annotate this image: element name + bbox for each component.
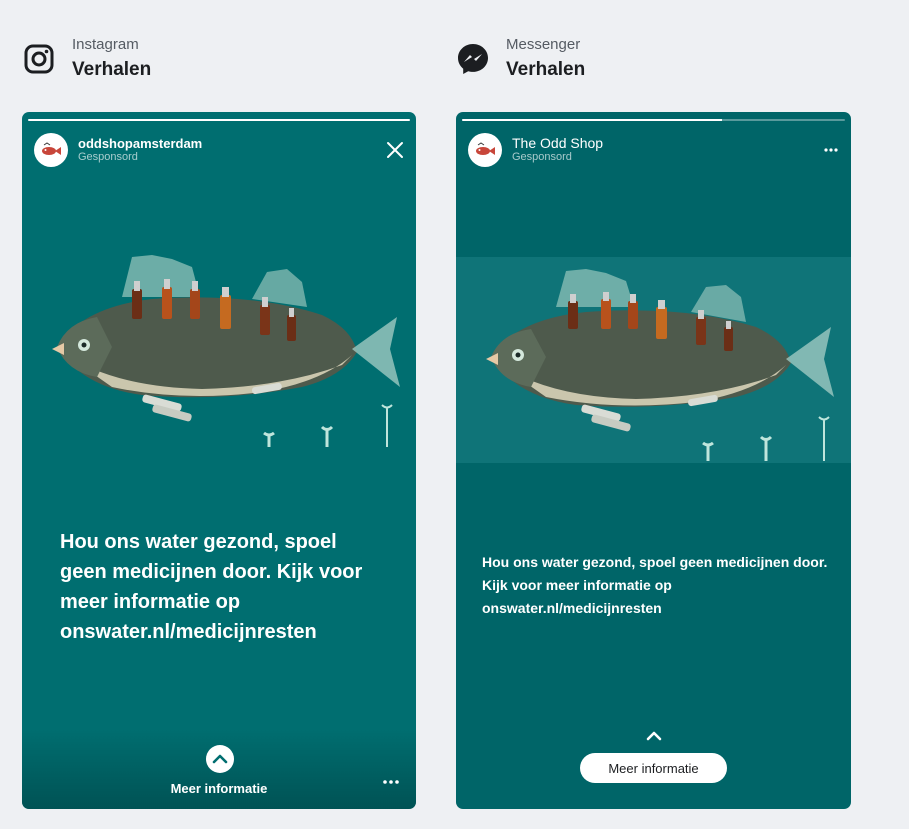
story-caption: Hou ons water gezond, spoel geen medicij… — [482, 554, 828, 616]
instagram-story-card[interactable]: oddshopamsterdam Gesponsord Hou ons wate… — [22, 112, 416, 809]
placement-name: Verhalen — [506, 59, 586, 80]
sponsored-label: Gesponsord — [512, 151, 572, 163]
chevron-up-icon — [645, 729, 663, 743]
platform-name: Messenger — [506, 36, 581, 53]
story-progress-fill — [462, 119, 723, 121]
story-header: oddshopamsterdam Gesponsord — [34, 130, 404, 170]
cta-area: Meer informatie — [22, 729, 416, 809]
story-caption: Hou ons water gezond, spoel geen medicij… — [60, 531, 363, 643]
placement-name: Verhalen — [72, 59, 152, 80]
story-progress-bar — [462, 119, 845, 121]
account-name[interactable]: The Odd Shop — [512, 136, 603, 151]
more-dots-icon[interactable] — [382, 779, 400, 785]
cta-button[interactable]: Meer informatie — [22, 781, 416, 796]
instagram-icon — [22, 42, 56, 76]
cta-button[interactable]: Meer informatie — [580, 753, 727, 783]
sponsored-label: Gesponsord — [78, 151, 138, 163]
avatar[interactable] — [34, 133, 68, 167]
messenger-story-card[interactable]: The Odd Shop Gesponsord Hou ons water ge… — [456, 112, 851, 809]
fish-artwork-image — [456, 257, 851, 463]
close-icon[interactable] — [386, 141, 404, 159]
more-dots-icon[interactable] — [823, 147, 839, 153]
avatar[interactable] — [468, 133, 502, 167]
fish-artwork-image — [22, 237, 416, 457]
platform-header-messenger: Messenger Verhalen — [456, 34, 585, 84]
platform-name: Instagram — [72, 36, 139, 53]
ad-preview-page: Instagram Verhalen oddshopamsterdam Gesp… — [0, 0, 909, 829]
media-band — [456, 257, 851, 463]
story-header: The Odd Shop Gesponsord — [468, 130, 839, 170]
messenger-icon — [456, 42, 490, 76]
swipe-up-icon[interactable] — [206, 745, 234, 773]
story-progress-bar — [28, 119, 410, 121]
account-name[interactable]: oddshopamsterdam — [78, 136, 202, 151]
story-progress-fill — [28, 119, 410, 121]
platform-header-instagram: Instagram Verhalen — [22, 34, 151, 84]
